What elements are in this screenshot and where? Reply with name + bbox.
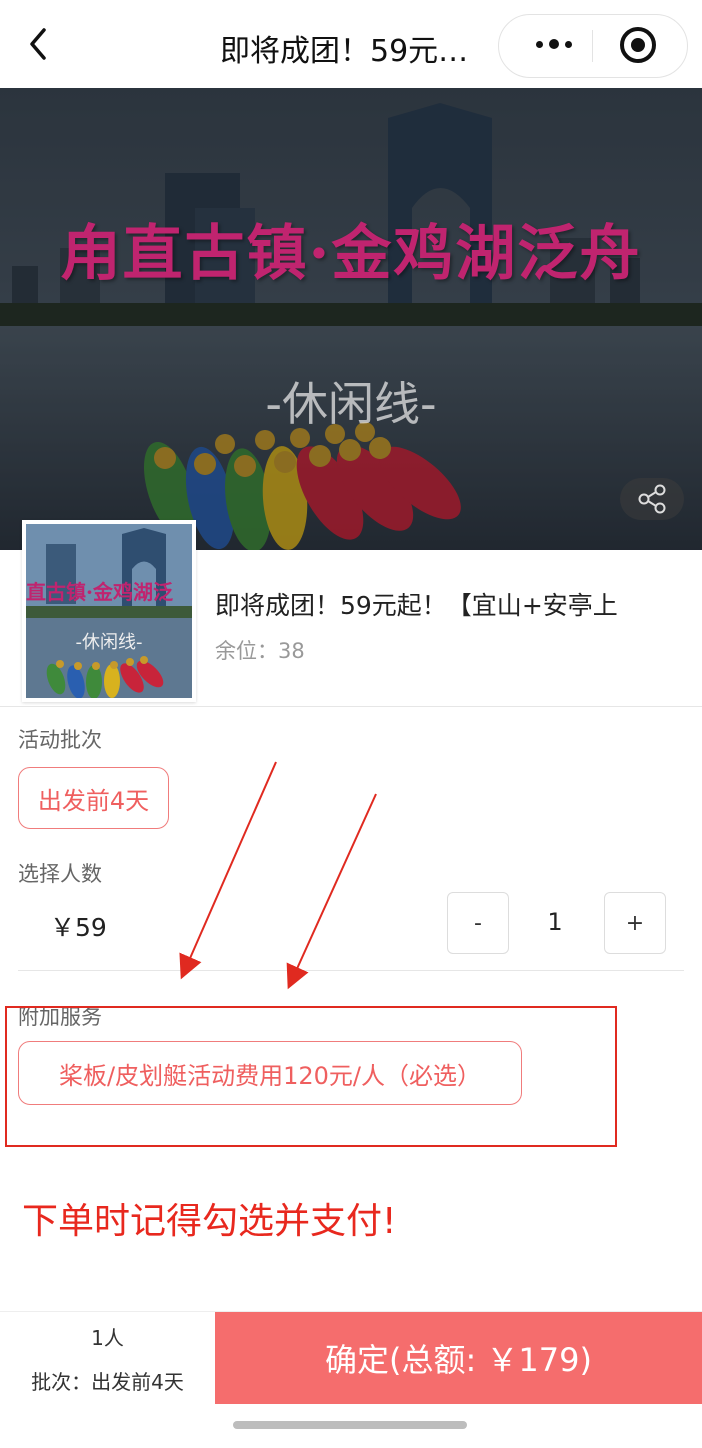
selected-count: 1人 — [91, 1326, 124, 1350]
annotation-highlight-box — [5, 1006, 617, 1147]
confirm-button[interactable]: 确定(总额: ￥179) — [215, 1312, 702, 1404]
annotation-note: 下单时记得勾选并支付! — [22, 1201, 397, 1242]
selected-batch: 批次：出发前4天 — [31, 1370, 184, 1394]
home-indicator — [233, 1421, 467, 1429]
